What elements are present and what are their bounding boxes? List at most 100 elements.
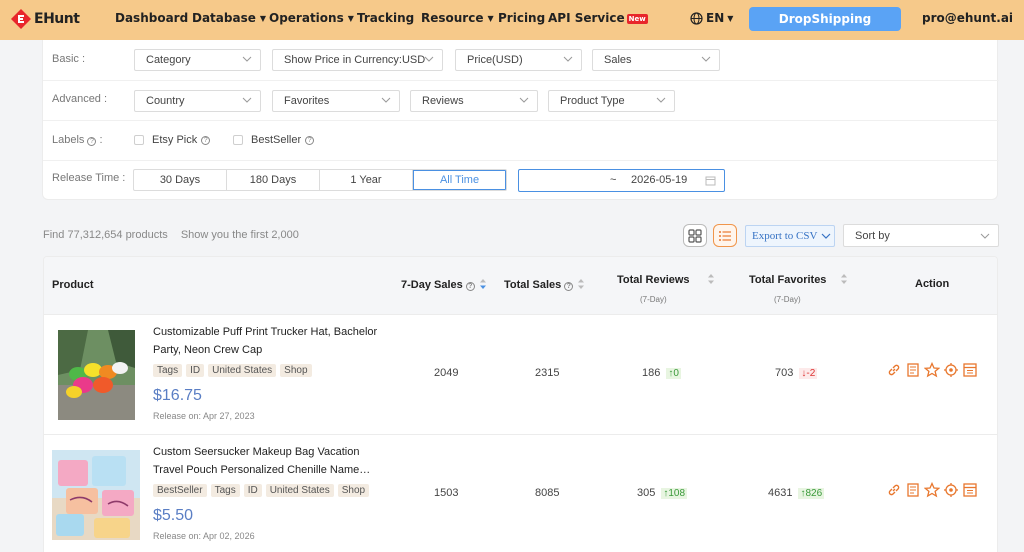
calendar-icon[interactable] xyxy=(962,362,978,378)
nav-resource[interactable]: Resource ▼ xyxy=(421,11,494,25)
track-icon[interactable] xyxy=(943,362,959,378)
header-total-sales[interactable]: Total Sales? xyxy=(504,279,585,291)
nav-api-service[interactable]: API Service New xyxy=(548,11,648,25)
tag-shop[interactable]: Shop xyxy=(337,484,370,497)
sort-icon[interactable] xyxy=(577,279,585,289)
detail-icon[interactable] xyxy=(905,362,921,378)
sort-icon[interactable] xyxy=(840,274,848,284)
caret-down-icon: ▼ xyxy=(259,14,267,23)
sort-by-select[interactable]: Sort by xyxy=(843,224,999,247)
caret-down-icon: ▼ xyxy=(347,14,354,23)
logo[interactable]: EHunt xyxy=(10,8,80,30)
sort-icon[interactable] xyxy=(707,274,715,284)
row-actions xyxy=(886,482,978,498)
ehunt-logo-icon xyxy=(11,9,31,29)
header-total-favorites-sub: (7-Day) xyxy=(774,295,801,304)
star-icon[interactable] xyxy=(924,362,940,378)
header-total-sales-label: Total Sales xyxy=(504,279,562,291)
help-icon[interactable]: ? xyxy=(305,135,315,145)
checkbox-box[interactable] xyxy=(134,135,144,145)
bestseller-checkbox[interactable]: BestSeller? xyxy=(233,134,315,146)
tag-country[interactable]: United States xyxy=(265,484,334,497)
help-icon[interactable]: ? xyxy=(87,137,97,146)
product-image[interactable] xyxy=(52,450,140,540)
nav-pricing[interactable]: Pricing xyxy=(498,11,545,25)
tag-bestseller[interactable]: BestSeller xyxy=(153,484,207,497)
dropshipping-button[interactable]: DropShipping xyxy=(749,7,901,31)
chevron-down-icon xyxy=(656,97,666,103)
table-row[interactable]: Custom Seersucker Makeup Bag Vacation Tr… xyxy=(44,435,997,552)
tag-id[interactable]: ID xyxy=(243,484,262,497)
favorites-select[interactable]: Favorites xyxy=(272,90,400,112)
table-row[interactable]: Customizable Puff Print Trucker Hat, Bac… xyxy=(44,315,997,435)
link-icon[interactable] xyxy=(886,362,902,378)
product-title[interactable]: Custom Seersucker Makeup Bag Vacation Tr… xyxy=(153,443,393,479)
etsy-pick-checkbox[interactable]: Etsy Pick? xyxy=(134,134,211,146)
header-7-day-sales[interactable]: 7-Day Sales? xyxy=(401,279,487,291)
date-range-picker[interactable]: ~ 2026-05-19 xyxy=(518,169,725,192)
calendar-icon[interactable] xyxy=(962,482,978,498)
product-title[interactable]: Customizable Puff Print Trucker Hat, Bac… xyxy=(153,323,393,359)
currency-select-label: Show Price in Currency:USD xyxy=(284,54,426,66)
total-reviews-value: 305 xyxy=(637,487,656,499)
language-selector[interactable]: EN ▼ xyxy=(690,11,733,25)
list-view-button[interactable] xyxy=(713,224,737,247)
total-favorites: 703 ↓-2 xyxy=(775,367,818,379)
help-icon[interactable]: ? xyxy=(564,282,574,291)
product-photo-makeup-bags xyxy=(52,450,140,540)
nav-api-service-label: API Service xyxy=(548,11,625,25)
release-180-days[interactable]: 180 Days xyxy=(227,170,320,190)
detail-icon[interactable] xyxy=(905,482,921,498)
tag-shop[interactable]: Shop xyxy=(280,364,312,377)
sort-icon[interactable] xyxy=(479,279,487,289)
reviews-delta: ↑108 xyxy=(661,488,688,499)
release-30-days[interactable]: 30 Days xyxy=(134,170,227,190)
date-end[interactable]: 2026-05-19 xyxy=(631,174,687,186)
header-action: Action xyxy=(915,278,950,290)
reviews-select[interactable]: Reviews xyxy=(410,90,538,112)
nav-operations-label: Operations xyxy=(269,11,344,25)
tag-label[interactable]: Tags xyxy=(210,484,240,497)
product-type-select[interactable]: Product Type xyxy=(548,90,675,112)
release-all-time[interactable]: All Time xyxy=(413,170,506,190)
sales-select[interactable]: Sales xyxy=(592,49,720,71)
bestseller-label: BestSeller xyxy=(251,134,302,146)
nav-database-label: Database xyxy=(192,11,256,25)
release-1-year[interactable]: 1 Year xyxy=(320,170,413,190)
divider xyxy=(43,80,999,81)
checkbox-box[interactable] xyxy=(233,135,243,145)
nav-operations[interactable]: Operations ▼ xyxy=(269,11,354,25)
sales-select-label: Sales xyxy=(604,54,632,66)
tag-id[interactable]: ID xyxy=(186,364,205,377)
total-favorites-value: 4631 xyxy=(768,487,793,499)
nav-database[interactable]: Database ▼ xyxy=(192,11,266,25)
total-sales: 8085 xyxy=(535,487,560,499)
star-icon[interactable] xyxy=(924,482,940,498)
track-icon[interactable] xyxy=(943,482,959,498)
reviews-select-label: Reviews xyxy=(422,95,464,107)
product-image[interactable] xyxy=(58,330,135,420)
sales-7-day: 1503 xyxy=(434,487,459,499)
price-select[interactable]: Price(USD) xyxy=(455,49,582,71)
caret-down-icon: ▼ xyxy=(487,14,494,23)
nav-resource-label: Resource xyxy=(421,11,484,25)
grid-view-button[interactable] xyxy=(683,224,707,247)
header-total-reviews[interactable]: Total Reviews xyxy=(617,274,715,286)
user-email[interactable]: pro@ehunt.ai xyxy=(922,11,1013,25)
tag-country[interactable]: United States xyxy=(208,364,277,377)
export-csv-button[interactable]: Export to CSV xyxy=(745,225,835,247)
labels-filter-label: Labels? : xyxy=(52,134,103,146)
category-select[interactable]: Category xyxy=(134,49,261,71)
reviews-delta: ↑0 xyxy=(666,368,681,379)
header-7-day-sales-label: 7-Day Sales xyxy=(401,279,463,291)
header-total-favorites[interactable]: Total Favorites xyxy=(749,274,848,286)
export-csv-label: Export to CSV xyxy=(752,230,818,242)
nav-tracking[interactable]: Tracking xyxy=(357,11,414,25)
currency-select[interactable]: Show Price in Currency:USD xyxy=(272,49,443,71)
nav-dashboard[interactable]: Dashboard xyxy=(115,11,188,25)
country-select[interactable]: Country xyxy=(134,90,261,112)
help-icon[interactable]: ? xyxy=(201,135,211,145)
link-icon[interactable] xyxy=(886,482,902,498)
tag-label[interactable]: Tags xyxy=(153,364,183,377)
help-icon[interactable]: ? xyxy=(465,282,475,291)
